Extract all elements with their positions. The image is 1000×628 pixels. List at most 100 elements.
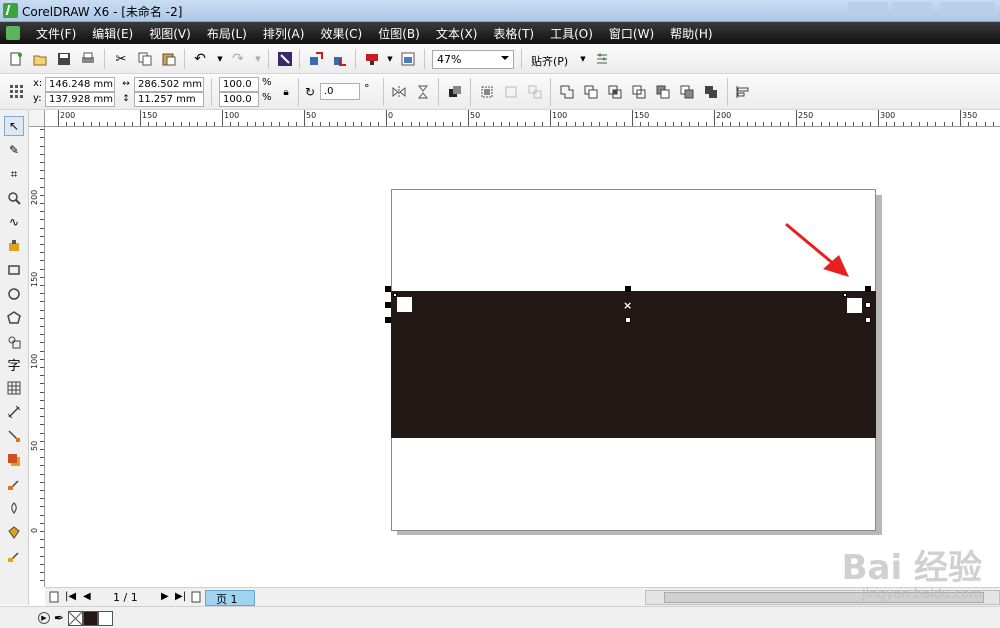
table-tool-icon[interactable] [4, 378, 24, 398]
previous-page-icon[interactable]: ◀ [83, 591, 91, 602]
mirror-vertical-icon[interactable] [415, 84, 431, 100]
menu-text[interactable]: 文本(X) [428, 25, 486, 42]
lock-ratio-icon[interactable]: 🔒︎ [278, 84, 294, 100]
cut-icon[interactable]: ✂ [113, 51, 129, 67]
corner-node-right[interactable] [847, 298, 862, 313]
publish-pdf-icon[interactable] [364, 51, 380, 67]
vertical-ruler[interactable]: 200 150 100 50 0 [29, 127, 45, 587]
zoom-tool-icon[interactable] [4, 188, 24, 208]
back-minus-front-icon[interactable] [679, 84, 695, 100]
handle-middle-right[interactable] [865, 302, 871, 308]
menu-view[interactable]: 视图(V) [141, 25, 199, 42]
copy-icon[interactable] [137, 51, 153, 67]
height-input[interactable]: 11.257 mm [134, 92, 204, 107]
next-page-icon[interactable]: ▶ [161, 591, 169, 602]
handle-bottom-center[interactable] [625, 317, 631, 323]
outline-color-swatch[interactable] [98, 611, 113, 626]
page-tab-1[interactable]: 页 1 [205, 590, 255, 606]
pick-tool-icon[interactable]: ↖ [4, 116, 24, 136]
y-position-input[interactable]: 137.928 mm [45, 92, 115, 107]
handle-bottom-left[interactable] [385, 317, 391, 323]
handle-top-left[interactable] [385, 286, 391, 292]
handle-top-right[interactable] [865, 286, 871, 292]
transparency-tool-icon[interactable] [4, 474, 24, 494]
zoom-level-select[interactable]: 47% [432, 50, 514, 69]
menu-file[interactable]: 文件(F) [28, 25, 84, 42]
mirror-horizontal-icon[interactable] [391, 84, 407, 100]
corner-node-left[interactable] [397, 297, 412, 312]
trim-icon[interactable] [583, 84, 599, 100]
align-distribute-icon[interactable] [735, 84, 751, 100]
dimension-tool-icon[interactable] [4, 402, 24, 422]
ruler-corner[interactable] [29, 110, 45, 127]
reference-point-icon[interactable] [8, 83, 24, 99]
last-page-icon[interactable]: ▶| [175, 591, 186, 602]
rotation-input[interactable]: .0 [320, 83, 360, 100]
polygon-tool-icon[interactable] [4, 308, 24, 328]
x-position-input[interactable]: 146.248 mm [45, 77, 115, 92]
simplify-icon[interactable] [631, 84, 647, 100]
snap-to-menu[interactable]: 贴齐(P) [531, 53, 568, 69]
maximize-button[interactable] [892, 2, 932, 16]
rectangle-node-top-right[interactable] [843, 293, 847, 297]
smart-fill-tool-icon[interactable] [4, 236, 24, 256]
front-minus-back-icon[interactable] [655, 84, 671, 100]
add-page-after-icon[interactable] [191, 591, 201, 606]
menu-edit[interactable]: 编辑(E) [84, 25, 141, 42]
import-icon[interactable] [308, 51, 324, 67]
width-input[interactable]: 286.502 mm [134, 77, 204, 92]
ellipse-tool-icon[interactable] [4, 284, 24, 304]
handle-top-center[interactable] [625, 286, 631, 292]
convert-to-curves-icon[interactable] [447, 84, 463, 100]
shape-tool-icon[interactable]: ✎ [4, 140, 24, 160]
interactive-fill-tool-icon[interactable] [4, 546, 24, 566]
options-icon[interactable] [594, 51, 610, 67]
fill-color-swatch[interactable] [83, 611, 98, 626]
undo-icon[interactable]: ↶ [192, 51, 208, 67]
scale-y-input[interactable]: 100.0 [219, 92, 259, 107]
new-document-icon[interactable] [8, 51, 24, 67]
intersect-icon[interactable] [607, 84, 623, 100]
menu-tools[interactable]: 工具(O) [542, 25, 601, 42]
crop-tool-icon[interactable]: ⌗ [4, 164, 24, 184]
paste-icon[interactable] [161, 51, 177, 67]
open-folder-icon[interactable] [32, 51, 48, 67]
menu-effects[interactable]: 效果(C) [312, 25, 370, 42]
first-page-icon[interactable]: |◀ [65, 591, 76, 602]
snap-dropdown-icon[interactable]: ▼ [575, 51, 591, 67]
redo-icon[interactable]: ↷ [230, 51, 246, 67]
menu-window[interactable]: 窗口(W) [601, 25, 662, 42]
undo-dropdown-icon[interactable]: ▼ [212, 51, 228, 67]
ungroup-all-icon[interactable] [527, 84, 543, 100]
menu-table[interactable]: 表格(T) [485, 25, 542, 42]
publish-dropdown-icon[interactable]: ▼ [382, 51, 398, 67]
search-content-icon[interactable] [277, 51, 293, 67]
menu-help[interactable]: 帮助(H) [662, 25, 720, 42]
connector-tool-icon[interactable] [4, 426, 24, 446]
print-icon[interactable] [80, 51, 96, 67]
save-icon[interactable] [56, 51, 72, 67]
handle-middle-left[interactable] [385, 302, 391, 308]
horizontal-ruler[interactable]: 200 150 100 50 0 50 100 150 200 250 300 350 [45, 110, 1000, 127]
play-icon[interactable]: ▶ [38, 612, 50, 624]
group-icon[interactable] [479, 84, 495, 100]
drawing-canvas[interactable]: × [45, 127, 1000, 587]
menu-arrange[interactable]: 排列(A) [255, 25, 313, 42]
weld-icon[interactable] [559, 84, 575, 100]
selected-rectangle[interactable] [391, 291, 876, 438]
ungroup-icon[interactable] [503, 84, 519, 100]
basic-shapes-tool-icon[interactable] [4, 332, 24, 352]
create-boundary-icon[interactable] [703, 84, 719, 100]
close-button[interactable] [940, 2, 995, 16]
rectangle-tool-icon[interactable] [4, 260, 24, 280]
color-eyedropper-tool-icon[interactable] [4, 498, 24, 518]
drop-shadow-tool-icon[interactable] [4, 450, 24, 470]
no-fill-swatch[interactable] [68, 611, 83, 626]
welcome-screen-icon[interactable] [400, 51, 416, 67]
menu-bitmaps[interactable]: 位图(B) [370, 25, 428, 42]
scale-x-input[interactable]: 100.0 [219, 77, 259, 92]
add-page-icon[interactable] [49, 591, 59, 606]
text-tool-icon[interactable]: 字 [4, 354, 24, 374]
menu-layout[interactable]: 布局(L) [199, 25, 255, 42]
freehand-tool-icon[interactable]: ∿ [4, 212, 24, 232]
